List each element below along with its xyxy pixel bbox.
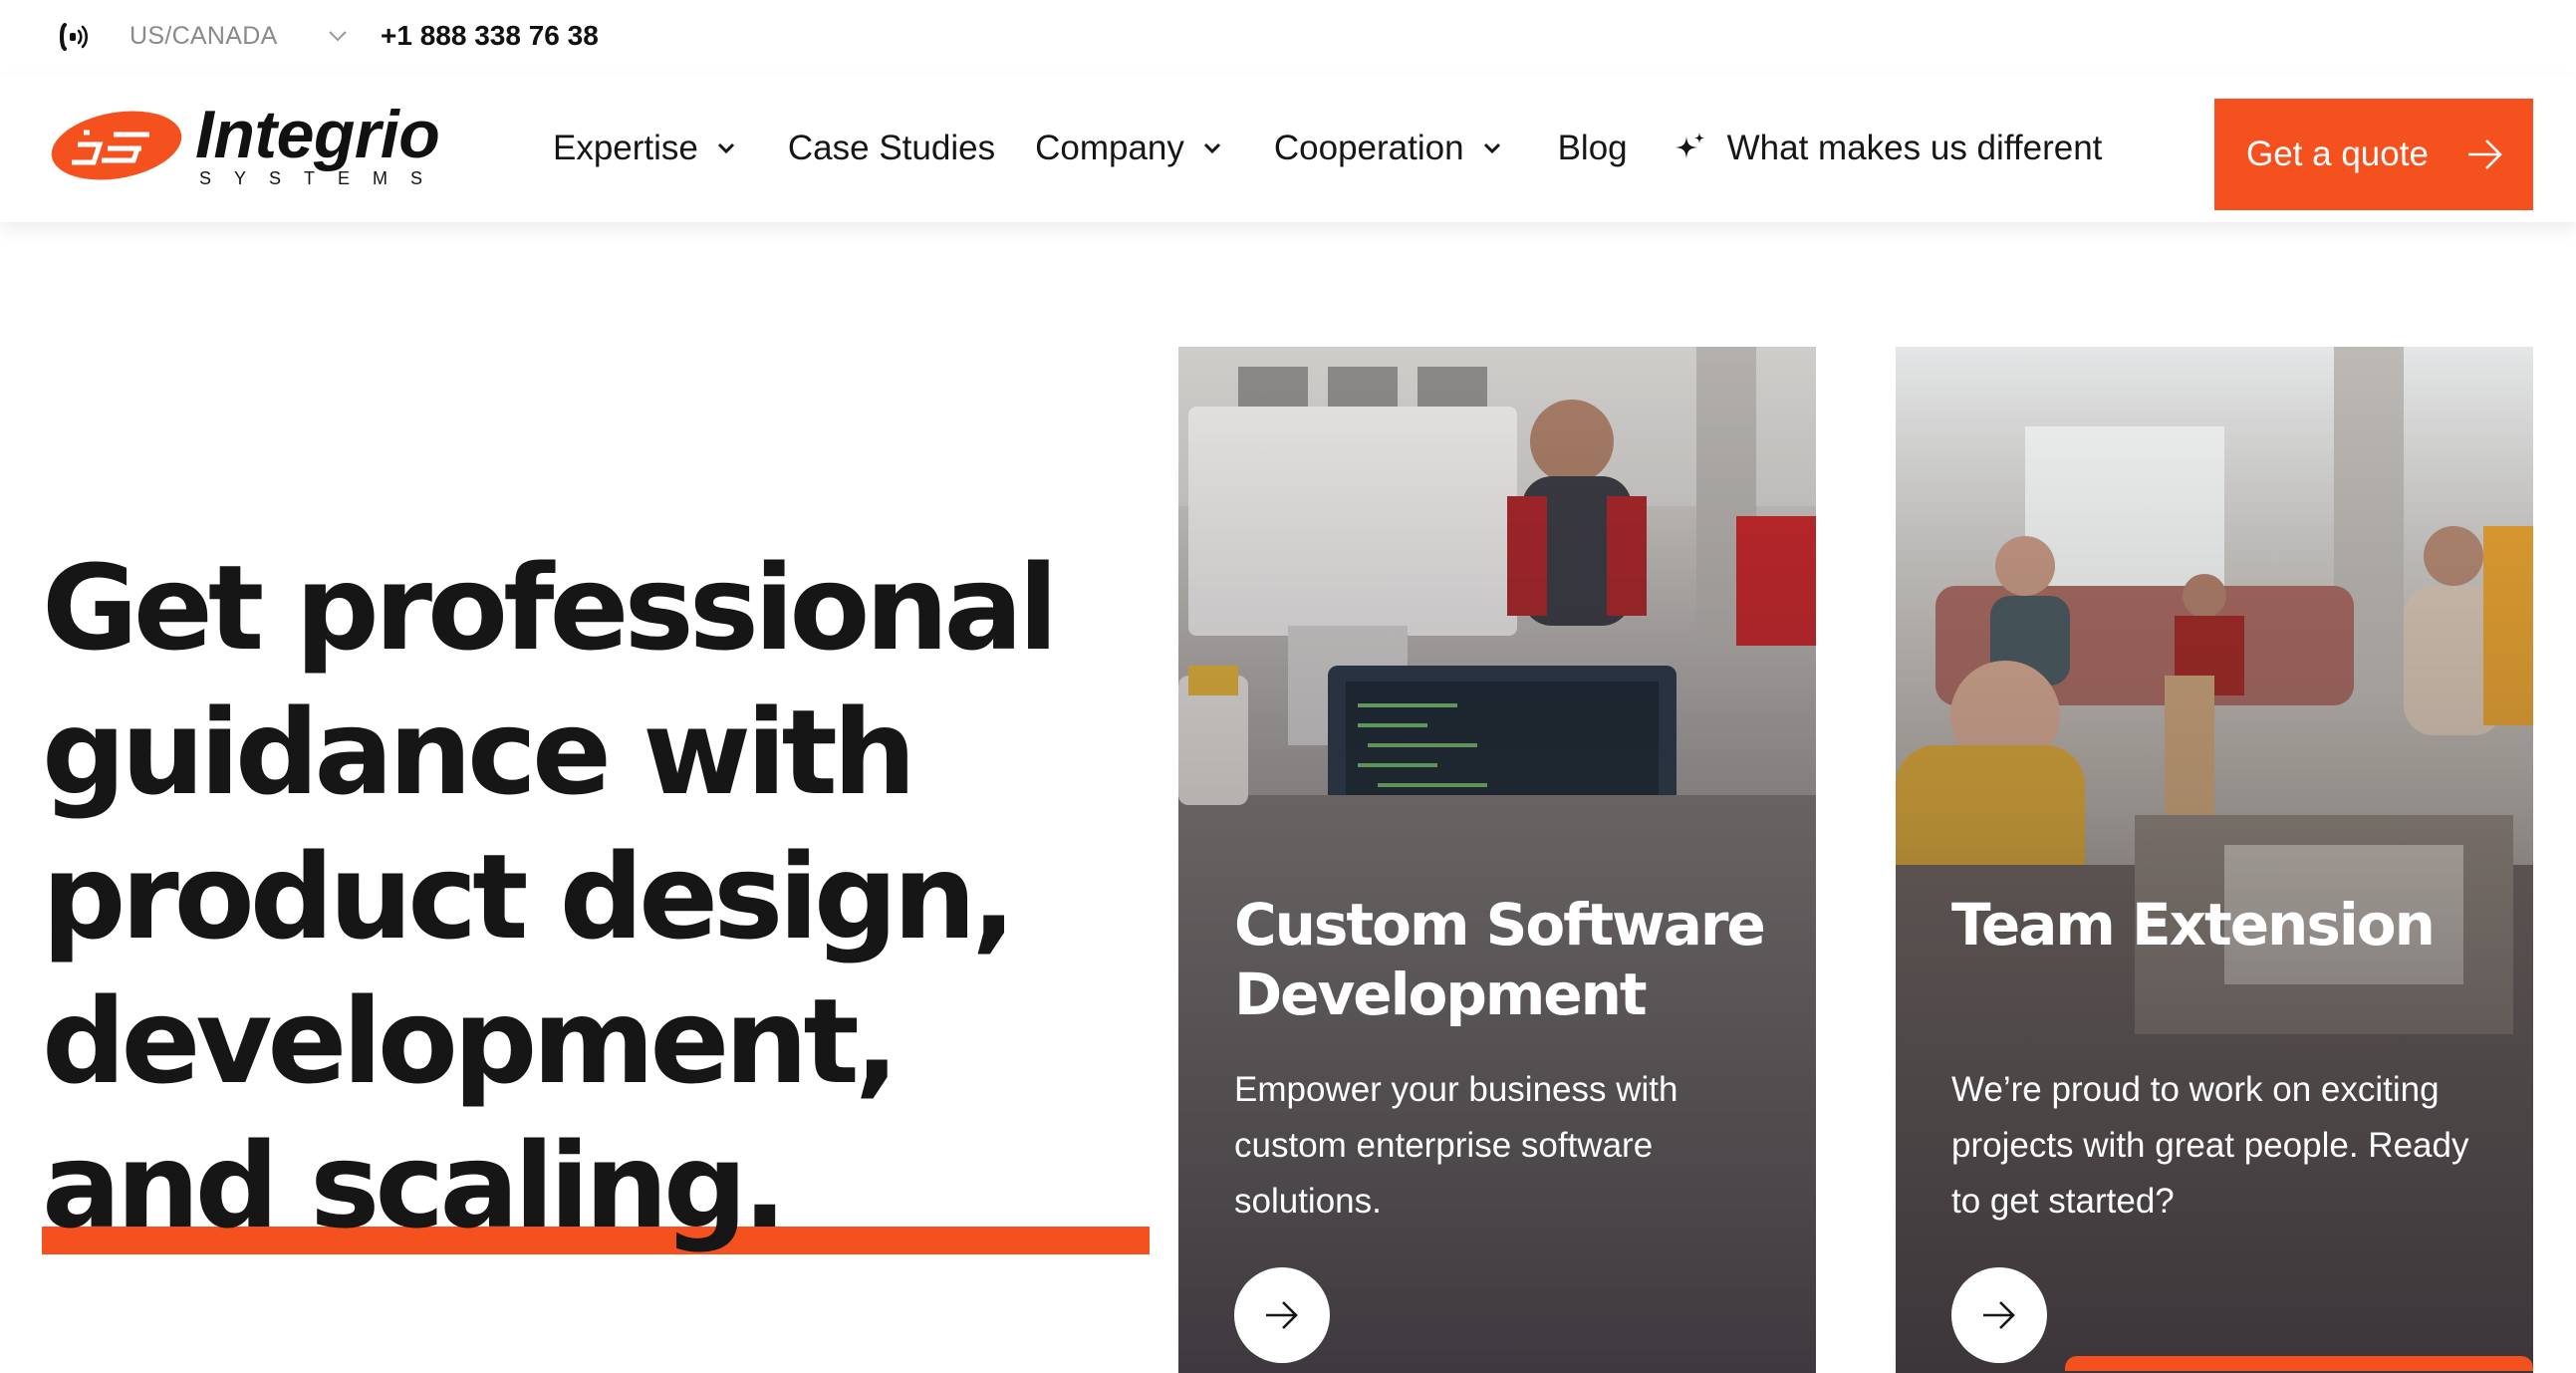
hero-title-line: guidance with	[42, 684, 916, 821]
hero-title-line: development,	[42, 972, 900, 1110]
floating-widget-edge[interactable]	[2065, 1356, 2533, 1371]
hero-title-line: and scaling.	[42, 1114, 1150, 1258]
region-selector[interactable]: US/CANADA	[129, 22, 278, 51]
arrow-right-icon	[2468, 139, 2502, 169]
arrow-right-icon	[1983, 1301, 2015, 1329]
main-nav: Expertise Case Studies Company Cooperati…	[553, 75, 2102, 222]
nav-item-label: What makes us different	[1726, 129, 2103, 167]
nav-item-case-studies[interactable]: Case Studies	[788, 129, 995, 168]
nav-item-label: Case Studies	[787, 129, 996, 167]
get-a-quote-label: Get a quote	[2246, 135, 2429, 173]
service-card-custom-software[interactable]: Custom Software Development Empower your…	[1178, 347, 1816, 1373]
site-header: Integrio SYSTEMS Expertise Case Studies …	[0, 75, 2576, 222]
card-title: Custom Software Development	[1234, 891, 1766, 1028]
card-description: We’re proud to work on exciting projects…	[1951, 1070, 2469, 1221]
nav-item-label: Expertise	[553, 129, 698, 167]
card-arrow-button[interactable]	[1951, 1267, 2047, 1363]
nav-item-expertise[interactable]: Expertise	[553, 129, 740, 168]
hero-highlight: and scaling.	[42, 1114, 1150, 1258]
chevron-down-icon	[717, 142, 734, 154]
logo[interactable]: Integrio SYSTEMS	[50, 97, 458, 196]
hero-title: Get professional guidance with product d…	[42, 536, 1150, 1258]
nav-item-company[interactable]: Company	[1035, 129, 1226, 168]
hero-title-highlight-text: and scaling.	[42, 1117, 787, 1254]
chevron-down-icon	[1483, 142, 1500, 154]
hero-title-line: Get professional	[42, 539, 1059, 677]
card-arrow-button[interactable]	[1234, 1267, 1330, 1363]
logo-mark-icon	[51, 111, 182, 180]
nav-item-label: Company	[1035, 129, 1184, 167]
card-description: Empower your business with custom enterp…	[1234, 1070, 1678, 1221]
hero-title-line: product design,	[42, 828, 1016, 965]
get-a-quote-button[interactable]: Get a quote	[2214, 99, 2533, 210]
service-card-team-extension[interactable]: Team Extension We’re proud to work on ex…	[1896, 347, 2533, 1373]
phone-number-link[interactable]: +1 888 338 76 38	[381, 20, 599, 52]
sparkle-icon	[1674, 133, 1704, 158]
nav-item-what-makes-us-different[interactable]: What makes us different	[1672, 129, 2103, 168]
nav-item-label: Blog	[1557, 129, 1628, 167]
arrow-right-icon	[1266, 1301, 1298, 1329]
nav-item-cooperation[interactable]: Cooperation	[1274, 129, 1506, 168]
card-title: Team Extension	[1951, 891, 2436, 959]
logo-subtitle: SYSTEMS	[199, 168, 446, 188]
nav-item-blog[interactable]: Blog	[1558, 129, 1628, 168]
nav-item-label: Cooperation	[1273, 129, 1464, 167]
logo-wordmark: Integrio	[195, 97, 440, 172]
top-bar: US/CANADA +1 888 338 76 38	[0, 0, 2576, 75]
phone-ring-icon	[60, 23, 89, 51]
chevron-down-icon[interactable]	[325, 25, 351, 47]
chevron-down-icon	[1203, 142, 1220, 154]
